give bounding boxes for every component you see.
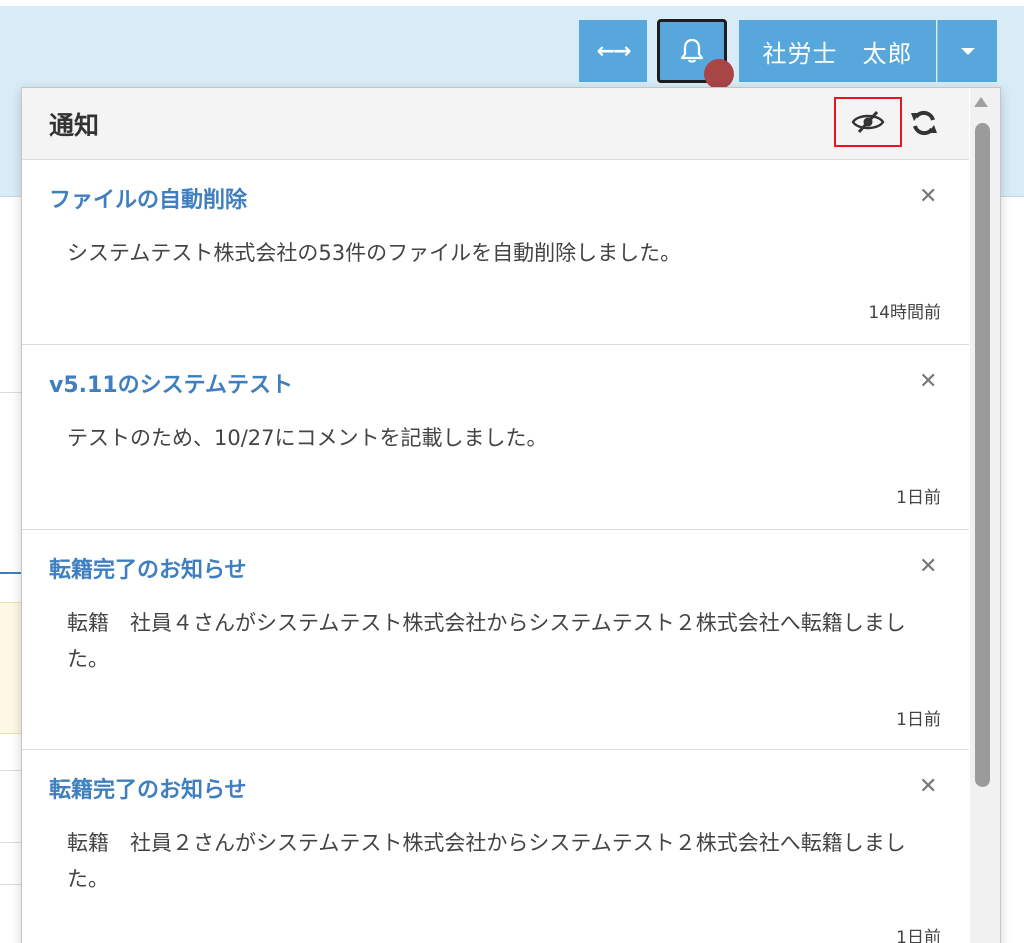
- notification-title[interactable]: 転籍完了のお知らせ: [49, 772, 247, 804]
- close-icon[interactable]: ✕: [919, 776, 937, 798]
- notification-title[interactable]: 転籍完了のお知らせ: [49, 552, 247, 584]
- notification-badge: [704, 59, 734, 89]
- app-screen: ←→ 社労士 太郎 通知 ファイルの自動削除 ✕ システムテスト株式会社の53件…: [0, 0, 1024, 943]
- arrows-horizontal-icon: ←→: [596, 38, 632, 64]
- refresh-button[interactable]: [906, 106, 942, 140]
- background-divider: [0, 392, 22, 393]
- refresh-icon: [911, 110, 937, 136]
- expand-width-button[interactable]: ←→: [579, 20, 647, 82]
- notification-time: 1日前: [896, 710, 941, 730]
- topbar-edge: [0, 0, 1024, 6]
- scrollbar-thumb[interactable]: [975, 123, 990, 787]
- notification-time: 1日前: [896, 488, 941, 508]
- notification-body: 転籍 社員４さんがシステムテスト株式会社からシステムテスト２株式会社へ転籍しまし…: [67, 611, 906, 671]
- notification-title[interactable]: ファイルの自動削除: [49, 182, 247, 214]
- scroll-up-arrow[interactable]: [974, 97, 988, 107]
- notification-item[interactable]: 転籍完了のお知らせ ✕ 転籍 社員２さんがシステムテスト株式会社からシステムテス…: [22, 750, 969, 943]
- hide-read-button[interactable]: [834, 97, 902, 147]
- notification-title[interactable]: v5.11のシステムテスト: [49, 367, 293, 399]
- notification-body: テストのため、10/27にコメントを記載しました。: [67, 426, 548, 450]
- background-alert: [0, 602, 22, 734]
- background-divider: [0, 770, 22, 771]
- notification-item[interactable]: v5.11のシステムテスト ✕ テストのため、10/27にコメントを記載しました…: [22, 345, 969, 530]
- notification-body: システムテスト株式会社の53件のファイルを自動削除しました。: [67, 241, 682, 265]
- notification-panel-header: 通知: [22, 88, 969, 160]
- caret-down-icon: [960, 47, 975, 55]
- notification-item[interactable]: 転籍完了のお知らせ ✕ 転籍 社員４さんがシステムテスト株式会社からシステムテス…: [22, 530, 969, 750]
- close-icon[interactable]: ✕: [919, 556, 937, 578]
- eye-slash-icon: [851, 111, 885, 133]
- close-icon[interactable]: ✕: [919, 186, 937, 208]
- background-divider: [0, 572, 22, 574]
- notification-body: 転籍 社員２さんがシステムテスト株式会社からシステムテスト２株式会社へ転籍しまし…: [67, 831, 906, 891]
- close-icon[interactable]: ✕: [919, 371, 937, 393]
- notification-dropdown: 通知 ファイルの自動削除 ✕ システムテスト株式会社の53件のファイルを自動削除…: [21, 87, 1001, 943]
- user-name: 社労士 太郎: [762, 39, 913, 68]
- bell-icon: [680, 38, 704, 63]
- panel-title: 通知: [49, 111, 100, 140]
- background-divider: [0, 884, 22, 885]
- user-menu-button[interactable]: 社労士 太郎: [739, 20, 936, 82]
- background-divider: [0, 842, 22, 843]
- notification-time: 1日前: [896, 928, 941, 943]
- notification-item[interactable]: ファイルの自動削除 ✕ システムテスト株式会社の53件のファイルを自動削除しまし…: [22, 160, 969, 345]
- user-menu-toggle[interactable]: [937, 20, 997, 82]
- notification-time: 14時間前: [868, 303, 941, 323]
